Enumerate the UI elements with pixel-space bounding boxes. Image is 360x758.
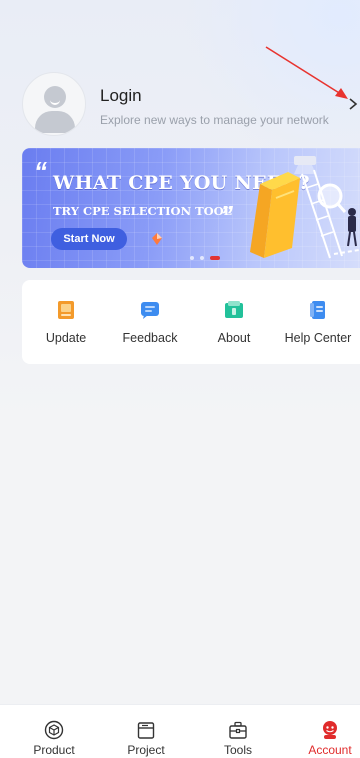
menu-item-label: About: [217, 331, 251, 345]
avatar[interactable]: [22, 72, 86, 136]
account-icon: [323, 721, 337, 739]
cpe-illustration-icon: [250, 156, 360, 259]
nav-item-product[interactable]: Product: [14, 705, 94, 758]
banner-quote-open: “: [34, 156, 47, 186]
login-title[interactable]: Login: [100, 86, 142, 106]
pagination-dot[interactable]: [190, 256, 194, 260]
update-icon: [58, 301, 74, 319]
help-center-icon: [310, 301, 325, 319]
promo-banner[interactable]: “ WHAT CPE YOU NEED? TRY CPE SELECTION T…: [22, 148, 360, 268]
menu-item-label: Update: [45, 331, 87, 345]
nav-label: Product: [33, 743, 75, 757]
cube-icon: [44, 720, 64, 740]
about-icon: [225, 301, 243, 318]
menu-item-update[interactable]: Update: [26, 280, 106, 364]
folder-icon: [137, 722, 155, 739]
nav-item-account[interactable]: Account: [290, 705, 360, 758]
annotation-arrow-icon: [265, 46, 348, 99]
menu-item-about[interactable]: About: [194, 280, 274, 364]
nav-label: Account: [308, 743, 352, 757]
nav-label: Project: [127, 743, 165, 757]
banner-subtitle: TRY CPE SELECTION TOOL: [53, 204, 232, 218]
menu-item-label: Feedback: [122, 331, 178, 345]
login-subtitle: Explore new ways to manage your network: [100, 113, 329, 127]
banner-pagination: [190, 256, 220, 260]
feedback-icon: [141, 302, 159, 319]
start-now-button[interactable]: Start Now: [51, 228, 127, 250]
bottom-nav: Product Project Tools Account: [0, 704, 360, 758]
quick-menu: Update Feedback About Help Center: [22, 280, 360, 364]
nav-label: Tools: [223, 743, 252, 757]
toolbox-icon: [229, 721, 247, 739]
pagination-dot-active[interactable]: [210, 256, 220, 260]
menu-item-label: Help Center: [284, 331, 352, 345]
banner-quote-close: ”: [220, 200, 233, 230]
avatar-head: [44, 86, 66, 108]
nav-item-project[interactable]: Project: [106, 705, 186, 758]
banner-spark-icon: [152, 233, 162, 245]
nav-item-tools[interactable]: Tools: [198, 705, 278, 758]
menu-item-feedback[interactable]: Feedback: [110, 280, 190, 364]
pagination-dot[interactable]: [200, 256, 204, 260]
avatar-body: [35, 111, 75, 133]
menu-item-help-center[interactable]: Help Center: [278, 280, 358, 364]
